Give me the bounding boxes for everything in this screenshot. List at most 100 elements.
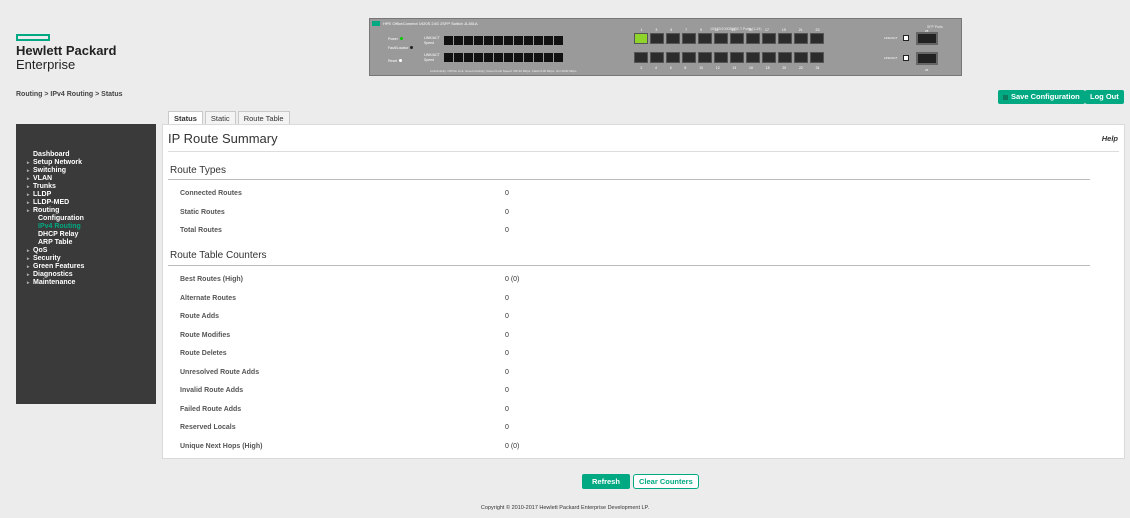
sidebar-item-label: Trunks [33,183,56,190]
ethernet-port-icon[interactable] [650,33,664,44]
table-row: Invalid Route Adds 0 [180,387,780,397]
row-value: 0 [505,331,509,339]
tab-bar: Status Static Route Table [168,111,290,124]
sidebar-item-label: VLAN [33,175,53,182]
ethernet-port-icon[interactable] [634,52,648,63]
help-link[interactable]: Help [1102,134,1118,143]
sidebar-item-label: Switching [33,167,67,174]
sidebar-item-trunks[interactable]: ▸ Trunks [27,183,84,191]
sidebar-item-label: Security [33,255,61,262]
port-number: 4 [655,66,657,70]
ethernet-port-icon[interactable] [666,33,680,44]
sidebar-item-qos[interactable]: ▸ QoS [27,247,84,255]
sidebar-item-lldp[interactable]: ▸ LLDP [27,191,84,199]
ethernet-port-icon[interactable] [746,33,760,44]
port-led-icon [464,53,473,62]
sidebar-subitem-arp-table[interactable]: ARP Table [27,239,84,247]
ethernet-port-icon[interactable] [778,52,792,63]
sidebar-item-switching[interactable]: ▸ Switching [27,167,84,175]
refresh-button[interactable]: Refresh [582,474,630,489]
ethernet-port-icon[interactable] [778,33,792,44]
ethernet-port-icon[interactable] [730,33,744,44]
switch-sfp-title: SFP Ports [927,25,943,29]
sidebar-item-setup-network[interactable]: ▸ Setup Network [27,159,84,167]
port-led-icon [544,53,553,62]
port-led-icon [474,36,483,45]
sidebar-item-lldp-med[interactable]: ▸ LLDP-MED [27,199,84,207]
sfp-port-26[interactable] [916,52,938,65]
row-label: Unique Next Hops (High) [180,442,263,450]
ethernet-port-icon[interactable] [698,52,712,63]
port-led-icon [534,36,543,45]
row-label: Connected Routes [180,190,242,197]
ethernet-port-icon[interactable] [682,52,696,63]
logout-button[interactable]: Log Out [1085,90,1124,104]
sfp-port-25[interactable] [916,32,938,45]
ethernet-port-icon[interactable] [682,33,696,44]
row-value: 0 (0) [505,276,520,283]
power-led-icon [399,37,403,40]
led-legend-top: LINK/ACT Speed [424,36,440,46]
sidebar-item-label: Setup Network [33,159,83,166]
save-configuration-button[interactable]: Save Configuration [998,90,1085,104]
ethernet-port-icon[interactable] [794,52,808,63]
clear-counters-button[interactable]: Clear Counters [633,474,699,489]
ethernet-port-icon[interactable] [762,52,776,63]
port-number: 24 [815,66,820,70]
ethernet-port-icon[interactable] [794,33,808,44]
ethernet-port-icon[interactable] [746,52,760,63]
sidebar-subitem-dhcp-relay[interactable]: DHCP Relay [27,231,84,239]
port-number: 1 [640,28,643,32]
reset-button-icon[interactable] [399,59,403,62]
port-number: 21 [798,28,803,32]
tab-status[interactable]: Status [168,111,203,124]
tab-route-table[interactable]: Route Table [237,111,290,124]
row-value: 0 [505,424,509,431]
led-legend-speed: Speed [424,58,435,62]
sidebar-item-vlan[interactable]: ▸ VLAN [27,175,84,183]
port-led-icon [444,53,453,62]
sidebar-item-security[interactable]: ▸ Security [27,255,84,263]
sidebar-item-routing[interactable]: ▸ Routing [27,207,84,215]
sidebar-item-diagnostics[interactable]: ▸ Diagnostics [27,271,84,279]
table-row: Best Routes (High) 0 (0) [180,276,780,286]
reset-label: Reset [388,59,398,63]
sidebar-subitem-ipv4-routing[interactable]: IPv4 Routing [27,223,84,231]
port-led-icon [524,53,533,62]
ethernet-port-icon[interactable] [634,33,648,44]
port-led-icon [494,36,503,45]
port-number: 6 [669,66,672,70]
route-types-heading: Route Types [170,165,226,176]
table-row: Connected Routes 0 [180,190,780,200]
port-led-icon [504,36,513,45]
ethernet-port-icon[interactable] [714,33,728,44]
ethernet-port-icon[interactable] [730,52,744,63]
ethernet-port-icon[interactable] [698,33,712,44]
sidebar-item-label: Maintenance [33,279,76,286]
sidebar-item-dashboard[interactable]: Dashboard [27,151,84,159]
ethernet-port-icon[interactable] [714,52,728,63]
row-label: Total Routes [180,227,222,234]
port-led-icon [484,36,493,45]
tab-static[interactable]: Static [204,111,236,124]
breadcrumb: Routing > IPv4 Routing > Status [16,91,123,98]
logo-text-line1: Hewlett Packard [16,43,117,58]
row-label: Route Adds [180,313,220,320]
port-led-icon [554,53,563,62]
ethernet-port-icon[interactable] [810,52,824,63]
ethernet-port-icon[interactable] [650,52,664,63]
ethernet-port-icon[interactable] [666,52,680,63]
sidebar-item-label: Dashboard [33,151,70,158]
sidebar-subitem-configuration[interactable]: Configuration [27,215,84,223]
port-numbers-bottom: 2 4 6 8 10 12 14 16 18 20 22 24 [634,66,826,70]
ethernet-port-icon[interactable] [762,33,776,44]
port-led-icon [544,36,553,45]
sidebar-item-green-features[interactable]: ▸ Green Features [27,263,84,271]
switch-panel: HPE OfficeConnect 1920S 24G 2SFP Switch … [369,18,962,76]
ethernet-port-icon[interactable] [810,33,824,44]
fault-led-icon [410,46,414,49]
port-number: 23 [815,28,820,32]
sidebar-item-maintenance[interactable]: ▸ Maintenance [27,279,84,287]
row-label: Static Routes [180,208,225,216]
switch-tag [372,21,380,26]
